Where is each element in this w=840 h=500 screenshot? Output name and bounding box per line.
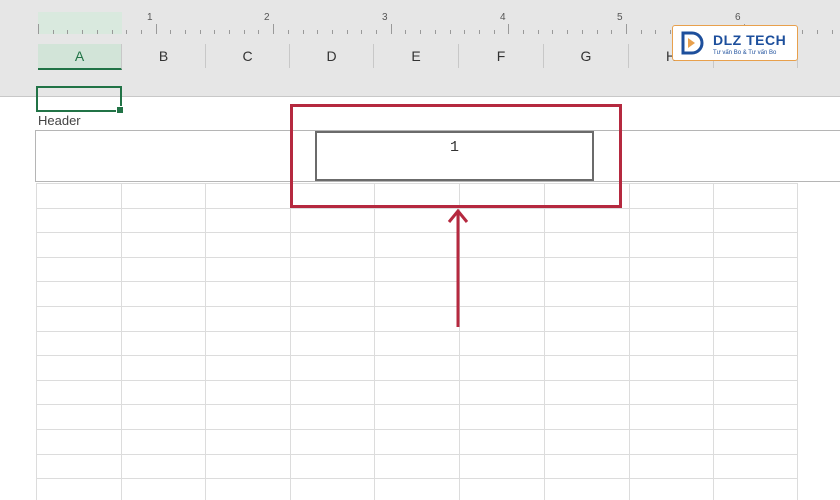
grid-row-line — [36, 331, 798, 332]
ruler-tick — [538, 30, 539, 34]
grid-row-line — [36, 429, 798, 430]
ruler-tick — [303, 30, 304, 34]
column-header-d[interactable]: D — [290, 44, 374, 68]
grid-column-line — [544, 183, 545, 500]
ruler-tick — [38, 24, 39, 34]
active-cell-a1[interactable] — [36, 86, 124, 114]
ruler-tick — [832, 30, 833, 34]
column-header-f[interactable]: F — [459, 44, 544, 68]
ruler-tick — [479, 30, 480, 34]
column-header-e[interactable]: E — [374, 44, 459, 68]
logo-brand-text: DLZ TECH — [713, 32, 787, 48]
ruler-tick — [552, 30, 553, 34]
ruler-tick — [523, 30, 524, 34]
ruler-tick — [582, 30, 583, 34]
ruler-tick — [112, 30, 113, 34]
ruler-number: 2 — [264, 12, 270, 23]
ruler-tick — [214, 30, 215, 34]
grid-column-line — [121, 183, 122, 500]
ruler-tick — [200, 30, 201, 34]
ruler-tick — [156, 24, 157, 34]
ruler-margin-shade — [38, 12, 122, 34]
ruler-tick — [494, 30, 495, 34]
dlz-logo-icon — [681, 31, 704, 55]
ruler-tick — [435, 30, 436, 34]
dlz-tech-logo: DLZ TECH Tư vấn Bo & Tư vấn Bo — [672, 25, 798, 61]
grid-column-line — [290, 183, 291, 500]
grid-row-line — [36, 380, 798, 381]
column-header-b[interactable]: B — [122, 44, 206, 68]
ruler-tick — [170, 30, 171, 34]
grid-row-line — [36, 232, 798, 233]
logo-tagline: Tư vấn Bo & Tư vấn Bo — [713, 50, 777, 56]
ruler-number: 6 — [735, 12, 741, 23]
ruler-tick — [97, 30, 98, 34]
grid-row-line — [36, 306, 798, 307]
grid-column-line — [36, 183, 37, 500]
up-arrow-icon — [447, 208, 469, 327]
grid-column-line — [797, 183, 798, 500]
grid-row-line — [36, 404, 798, 405]
grid-row-line — [36, 454, 798, 455]
ruler-number: 1 — [147, 12, 153, 23]
ruler-number: 4 — [500, 12, 506, 23]
ruler-tick — [53, 30, 54, 34]
ruler-tick — [288, 30, 289, 34]
ruler-tick — [567, 30, 568, 34]
highlight-annotation-box — [290, 104, 622, 208]
ruler-number: 5 — [617, 12, 623, 23]
ruler-tick — [597, 30, 598, 34]
column-header-g[interactable]: G — [544, 44, 629, 68]
ruler-tick — [641, 30, 642, 34]
ruler-tick — [273, 24, 274, 34]
ruler-tick — [405, 30, 406, 34]
ruler-tick — [802, 30, 803, 34]
ruler-tick — [464, 30, 465, 34]
ruler-tick — [82, 30, 83, 34]
fill-handle[interactable] — [116, 106, 124, 114]
ruler-tick — [141, 30, 142, 34]
ruler-tick — [655, 30, 656, 34]
ruler-tick — [670, 30, 671, 34]
ruler-tick — [332, 30, 333, 34]
ruler-tick — [126, 30, 127, 34]
ruler-tick — [67, 30, 68, 34]
ruler-tick — [347, 30, 348, 34]
ruler-tick — [317, 30, 318, 34]
grid-row-line — [36, 281, 798, 282]
ruler-tick — [361, 30, 362, 34]
grid-column-line — [713, 183, 714, 500]
grid-row-line — [36, 208, 798, 209]
cell-grid[interactable] — [36, 183, 798, 500]
ruler-tick — [420, 30, 421, 34]
grid-column-line — [205, 183, 206, 500]
grid-row-line — [36, 257, 798, 258]
ruler-tick — [244, 30, 245, 34]
grid-column-line — [629, 183, 630, 500]
ruler-tick — [185, 30, 186, 34]
column-header-a[interactable]: A — [38, 44, 122, 70]
column-header-c[interactable]: C — [206, 44, 290, 68]
ruler-tick — [450, 30, 451, 34]
ruler-tick — [611, 30, 612, 34]
ruler-tick — [817, 30, 818, 34]
ruler-tick — [391, 24, 392, 34]
grid-row-line — [36, 478, 798, 479]
ruler-tick — [376, 30, 377, 34]
ruler-tick — [229, 30, 230, 34]
ruler-number: 3 — [382, 12, 388, 23]
toolbar-area: 1 2 3 4 5 6 A B C D E F G H I DLZ TECH T… — [0, 0, 840, 97]
ruler-tick — [508, 24, 509, 34]
grid-row-line — [36, 355, 798, 356]
ruler-tick — [626, 24, 627, 34]
ruler-tick — [258, 30, 259, 34]
grid-column-line — [374, 183, 375, 500]
header-section-label: Header — [38, 113, 81, 128]
